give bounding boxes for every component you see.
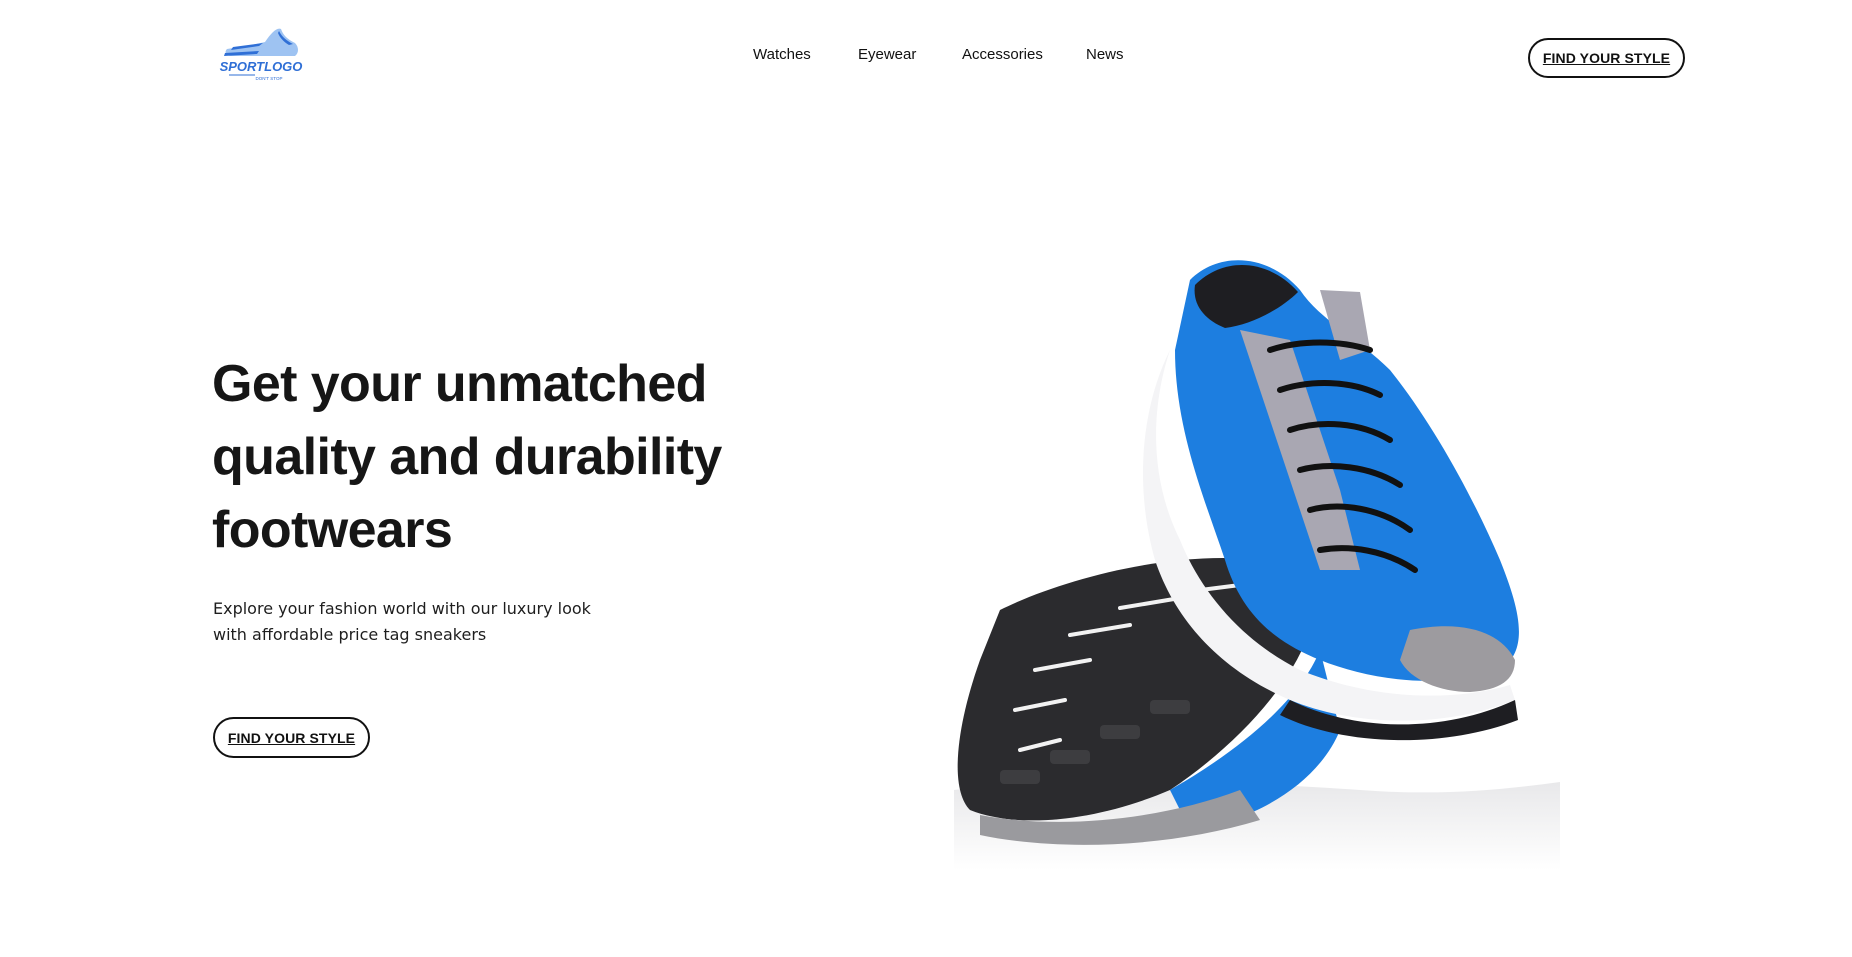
- header-find-your-style-button[interactable]: FIND YOUR STYLE: [1528, 38, 1685, 78]
- logo-tagline: DON'T STOP: [256, 76, 283, 81]
- nav-item-watches[interactable]: Watches: [753, 46, 811, 63]
- sneaker-illustration-icon: [954, 260, 1560, 870]
- hero-headline-line-2: quality and durability: [212, 428, 722, 486]
- hero-subtext-line-1: Explore your fashion world with our luxu…: [213, 599, 591, 618]
- nav-item-news[interactable]: News: [1086, 46, 1124, 63]
- hero-subtext-line-2: with affordable price tag sneakers: [213, 625, 487, 644]
- nav-item-eyewear[interactable]: Eyewear: [858, 46, 916, 63]
- hero-headline: Get your unmatched quality and durabilit…: [212, 348, 772, 567]
- hero-subtext: Explore your fashion world with our luxu…: [213, 596, 633, 648]
- hero-headline-line-1: Get your unmatched: [212, 355, 707, 413]
- hero-find-your-style-button[interactable]: FIND YOUR STYLE: [213, 717, 370, 758]
- nav-item-accessories[interactable]: Accessories: [962, 46, 1043, 63]
- hero-headline-line-3: footwears: [212, 501, 453, 559]
- site-header: SPORTLOGO DON'T STOP Watches Eyewear Acc…: [0, 0, 1852, 115]
- blue-sneakers-image: [940, 230, 1580, 870]
